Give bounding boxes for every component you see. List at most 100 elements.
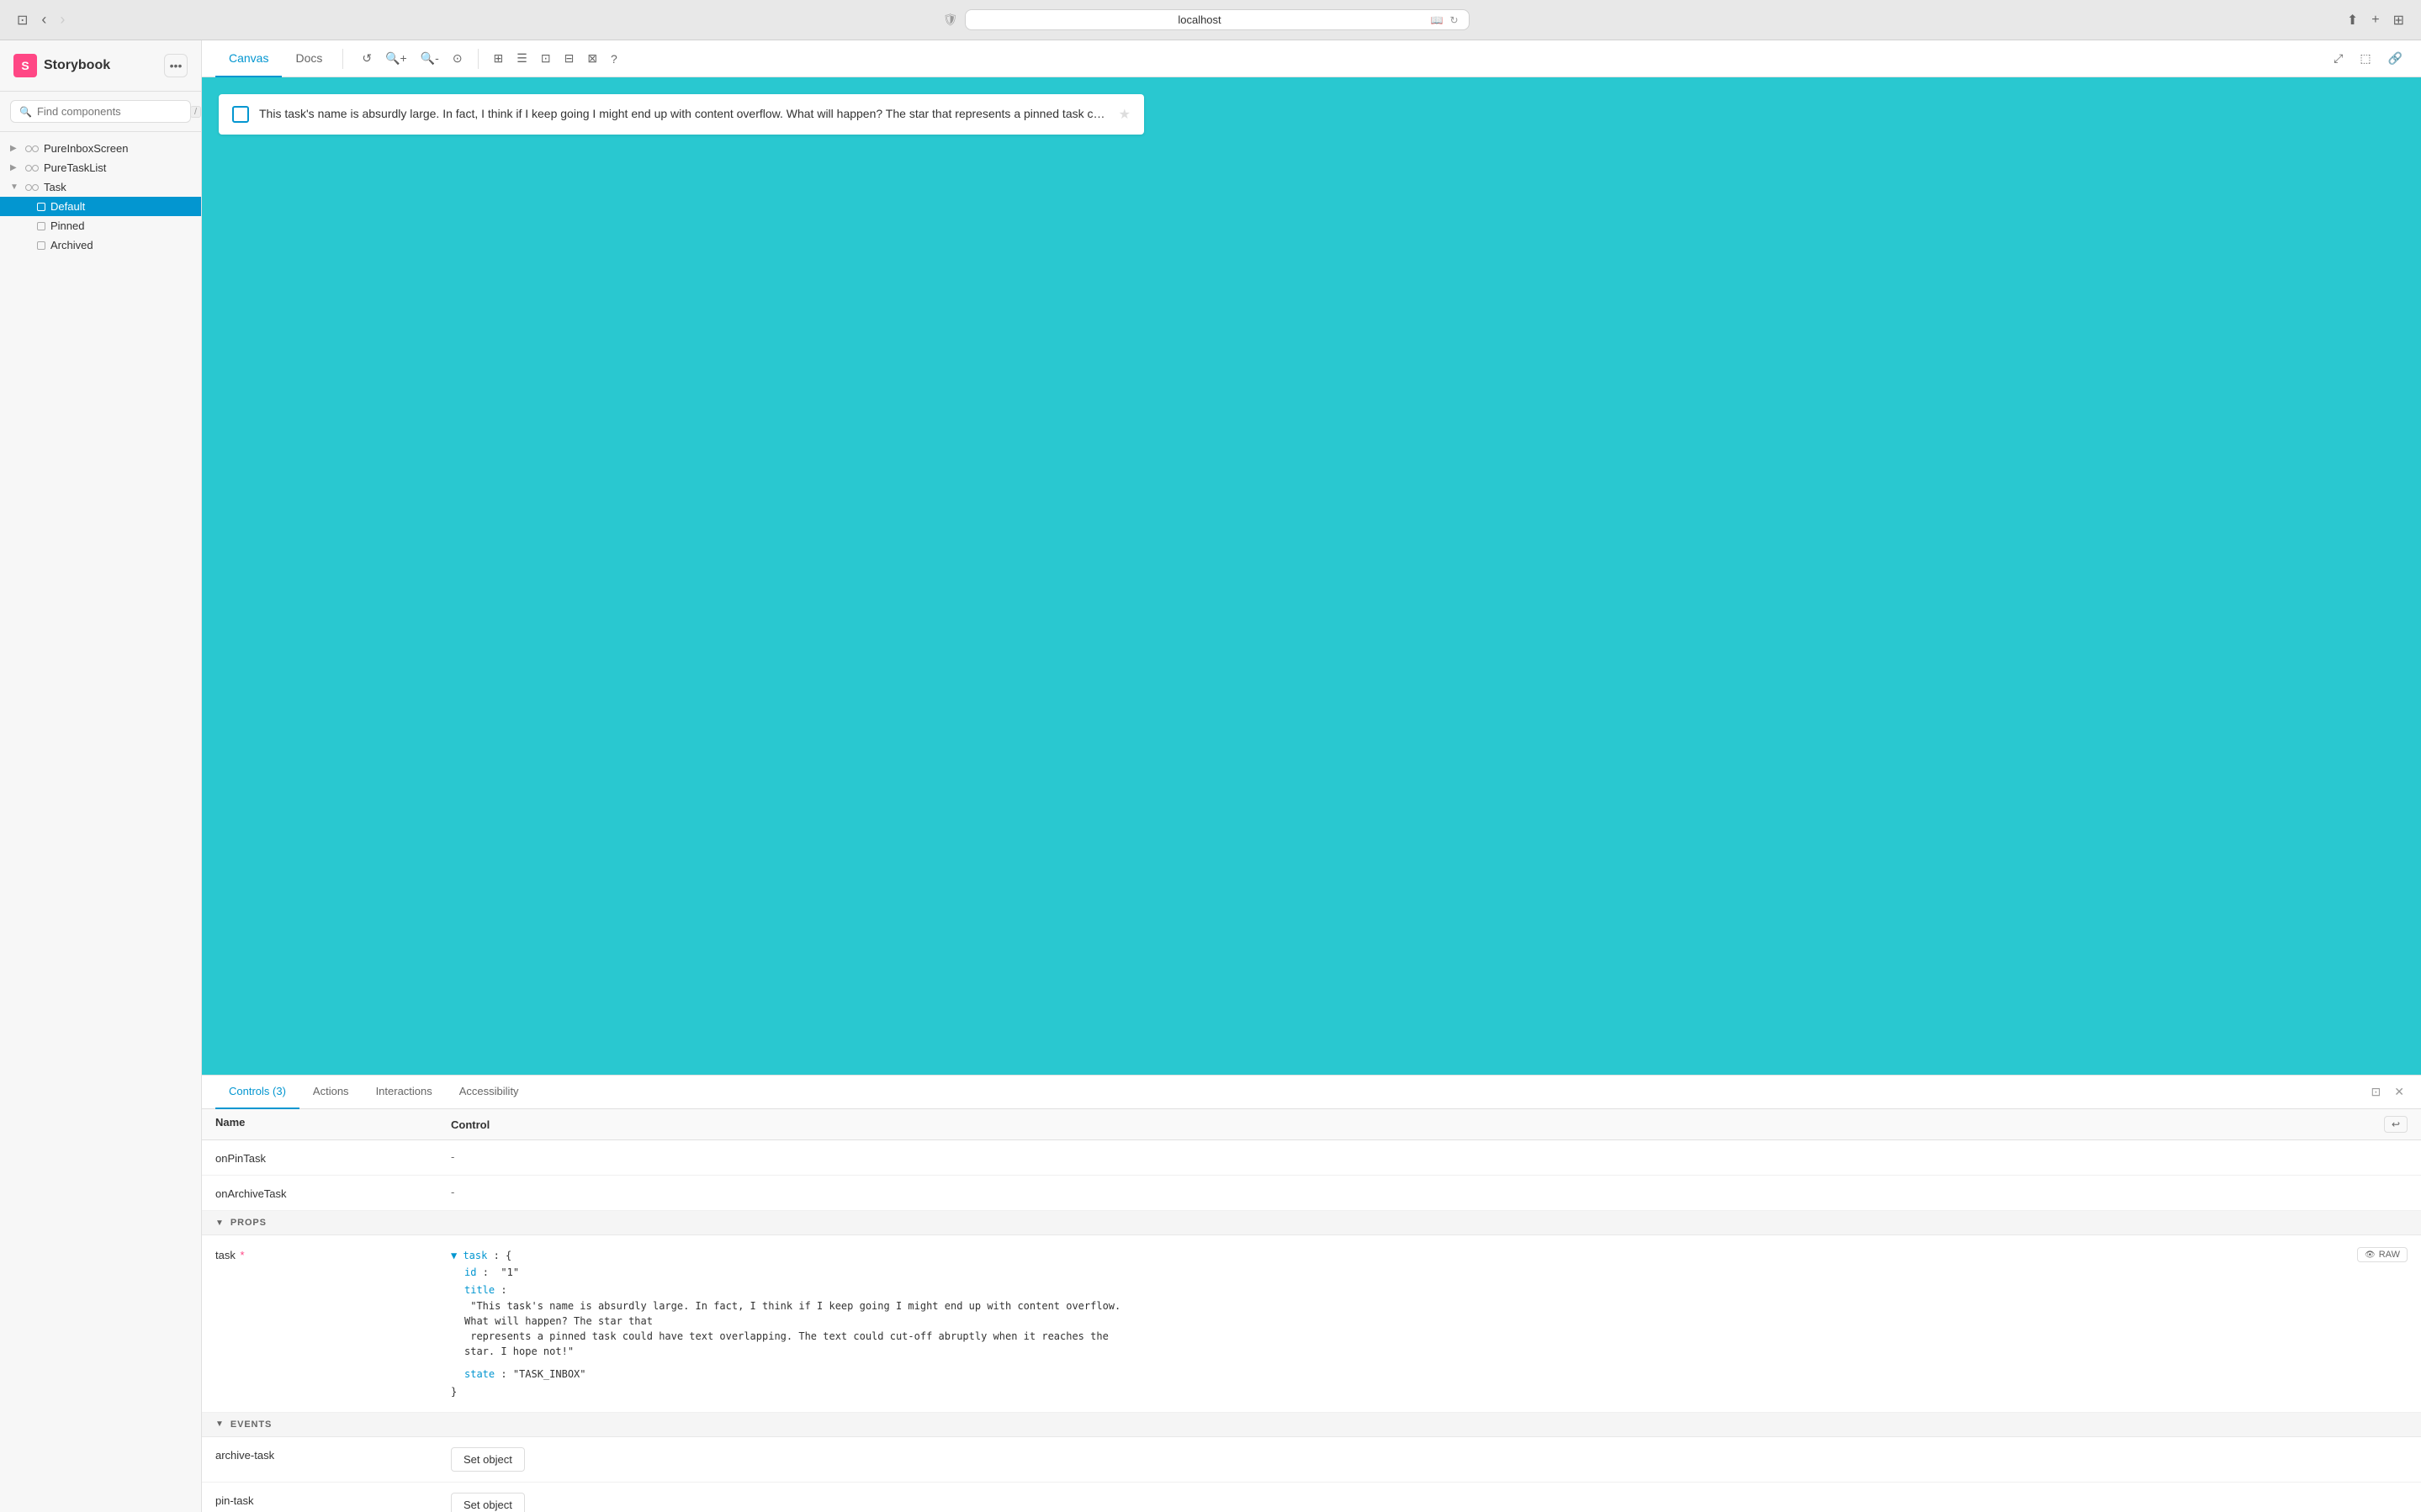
reset-icon: ↩ <box>2392 1118 2400 1130</box>
zoom-out-btn[interactable]: 🔍- <box>416 48 444 69</box>
measure-btn[interactable]: ⊠ <box>582 48 602 69</box>
props-expand-icon[interactable]: ▼ <box>215 1219 224 1228</box>
storybook-toolbar: Canvas Docs ↺ 🔍+ 🔍- ⊙ ⊞ ☰ ⊡ ⊟ ⊠ ? ⤢ <box>202 40 2421 77</box>
prop-control: - <box>451 1186 2408 1198</box>
toolbar-divider-2 <box>478 49 479 69</box>
tab-controls[interactable]: Controls (3) <box>215 1076 299 1109</box>
set-object-btn-pin[interactable]: Set object <box>451 1493 525 1512</box>
zoom-reset-btn[interactable]: ⊙ <box>448 48 468 69</box>
sidebar-item-archived[interactable]: Archived <box>0 235 201 255</box>
browser-chrome: ⊡ ‹ › 🛡 localhost 📖 ↻ ⬆ + ⊞ <box>0 0 2421 40</box>
address-bar[interactable]: localhost 📖 ↻ <box>965 9 1470 30</box>
expand-icon: ▶ <box>10 163 20 172</box>
fullscreen-btn[interactable]: ⤢ <box>2328 48 2348 69</box>
help-btn[interactable]: ? <box>606 49 622 69</box>
sidebar-item-default[interactable]: Default <box>0 197 201 216</box>
task-star-icon[interactable]: ★ <box>1119 106 1131 123</box>
open-new-tab-btn[interactable]: ⬚ <box>2355 48 2376 69</box>
new-tab-btn[interactable]: + <box>2368 9 2382 31</box>
search-shortcut: / <box>190 106 201 118</box>
sidebar-item-pureinboxscreen[interactable]: ▶ PureInboxScreen <box>0 139 201 158</box>
tab-docs[interactable]: Docs <box>282 40 336 77</box>
table-row-archive-task: archive-task Set object <box>202 1437 2421 1483</box>
panel-close-btn[interactable]: ✕ <box>2391 1081 2408 1102</box>
sidebar-item-label: Task <box>44 181 66 193</box>
browser-controls: ⊡ ‹ › <box>13 8 68 32</box>
app: S Storybook ••• 🔍 / ▶ Pu <box>0 40 2421 1512</box>
task-title: This task's name is absurdly large. In f… <box>259 106 1109 123</box>
sidebar: S Storybook ••• 🔍 / ▶ Pu <box>0 40 202 1512</box>
prop-name: onArchiveTask <box>215 1186 451 1200</box>
task-checkbox[interactable] <box>232 106 249 123</box>
sidebar-item-pinned[interactable]: Pinned <box>0 216 201 235</box>
tabs-btn[interactable]: ⊞ <box>2390 8 2408 32</box>
tab-canvas[interactable]: Canvas <box>215 40 282 77</box>
events-section-label: EVENTS <box>230 1419 272 1430</box>
security-icon: 🛡 <box>943 13 958 27</box>
prop-control: - <box>451 1150 2408 1163</box>
event-name: pin-task <box>215 1493 451 1507</box>
logo-name: Storybook <box>44 58 110 73</box>
event-control: Set object <box>451 1447 2408 1472</box>
sidebar-tree: ▶ PureInboxScreen ▶ PureTaskList ▼ <box>0 132 201 1512</box>
eye-icon: 👁 <box>2365 1250 2376 1260</box>
tab-actions[interactable]: Actions <box>299 1076 363 1109</box>
responsive-btn[interactable]: ⊟ <box>559 48 580 69</box>
search-input[interactable] <box>37 105 185 118</box>
browser-forward-btn[interactable]: › <box>56 8 68 32</box>
expand-icon: ▶ <box>10 144 20 153</box>
panel-expand-btn[interactable]: ⊡ <box>2368 1081 2385 1102</box>
events-expand-icon[interactable]: ▼ <box>215 1419 224 1429</box>
event-control: Set object <box>451 1493 2408 1512</box>
panel-tabs: Controls (3) Actions Interactions Access… <box>202 1076 2421 1109</box>
tab-interactions[interactable]: Interactions <box>363 1076 446 1109</box>
grid-view-btn[interactable]: ⊞ <box>489 48 509 69</box>
control-col-header: Control ↩ <box>451 1116 2408 1133</box>
table-row-task: task * ▼ task : { id : "1" title : <box>202 1235 2421 1413</box>
sidebar-item-label: PureTaskList <box>44 161 106 174</box>
reader-mode-icon: 📖 <box>1431 14 1444 26</box>
tab-accessibility[interactable]: Accessibility <box>446 1076 532 1109</box>
ellipsis-icon: ••• <box>170 59 183 72</box>
bottom-panel: Controls (3) Actions Interactions Access… <box>202 1075 2421 1512</box>
search-icon: 🔍 <box>19 106 32 118</box>
sidebar-item-task[interactable]: ▼ Task <box>0 177 201 197</box>
sidebar-item-label: Archived <box>50 239 93 251</box>
raw-btn[interactable]: 👁 RAW <box>2357 1247 2408 1262</box>
table-row: onPinTask - <box>202 1140 2421 1176</box>
search-box[interactable]: 🔍 / <box>10 100 191 123</box>
table-row: onArchiveTask - <box>202 1176 2421 1211</box>
sidebar-item-label: Pinned <box>50 219 84 232</box>
copy-link-btn[interactable]: 🔗 <box>2383 48 2408 69</box>
browser-back-btn[interactable]: ‹ <box>38 8 50 32</box>
props-section-label: PROPS <box>230 1218 267 1228</box>
zoom-in-btn[interactable]: 🔍+ <box>380 48 412 69</box>
sidebar-item-puretasklist[interactable]: ▶ PureTaskList <box>0 158 201 177</box>
events-section-header: ▼ EVENTS <box>202 1413 2421 1437</box>
reset-controls-btn[interactable]: ↩ <box>2384 1116 2408 1133</box>
props-section-header: ▼ PROPS <box>202 1211 2421 1235</box>
sidebar-header: S Storybook ••• <box>0 40 201 92</box>
name-col-header: Name <box>215 1116 451 1133</box>
reload-icon-btn[interactable]: ↺ <box>357 48 377 69</box>
viewport-btn[interactable]: ⊡ <box>536 48 556 69</box>
url-text: localhost <box>976 13 1424 26</box>
panel-right-controls: ⊡ ✕ <box>2368 1081 2408 1102</box>
logo-icon: S <box>13 54 37 77</box>
stacked-view-btn[interactable]: ☰ <box>511 48 532 69</box>
sidebar-logo: S Storybook <box>13 54 110 77</box>
toolbar-icons: ↺ 🔍+ 🔍- ⊙ ⊞ ☰ ⊡ ⊟ ⊠ ? <box>357 48 622 69</box>
sidebar-toggle-btn[interactable]: ⊡ <box>13 8 31 32</box>
sidebar-menu-btn[interactable]: ••• <box>164 54 188 77</box>
toolbar-right: ⤢ ⬚ 🔗 <box>2328 48 2408 69</box>
main-content: Canvas Docs ↺ 🔍+ 🔍- ⊙ ⊞ ☰ ⊡ ⊟ ⊠ ? ⤢ <box>202 40 2421 1512</box>
prop-name: onPinTask <box>215 1150 451 1165</box>
reload-icon[interactable]: ↻ <box>1449 14 1458 26</box>
controls-table: Name Control ↩ onPinTask - <box>202 1109 2421 1512</box>
table-header: Name Control ↩ <box>202 1109 2421 1140</box>
set-object-btn-archive[interactable]: Set object <box>451 1447 525 1472</box>
prop-control-task: ▼ task : { id : "1" title : "This task's… <box>451 1247 2408 1400</box>
browser-actions: ⬆ + ⊞ <box>2344 8 2408 32</box>
event-name: archive-task <box>215 1447 451 1462</box>
share-btn[interactable]: ⬆ <box>2344 8 2361 32</box>
